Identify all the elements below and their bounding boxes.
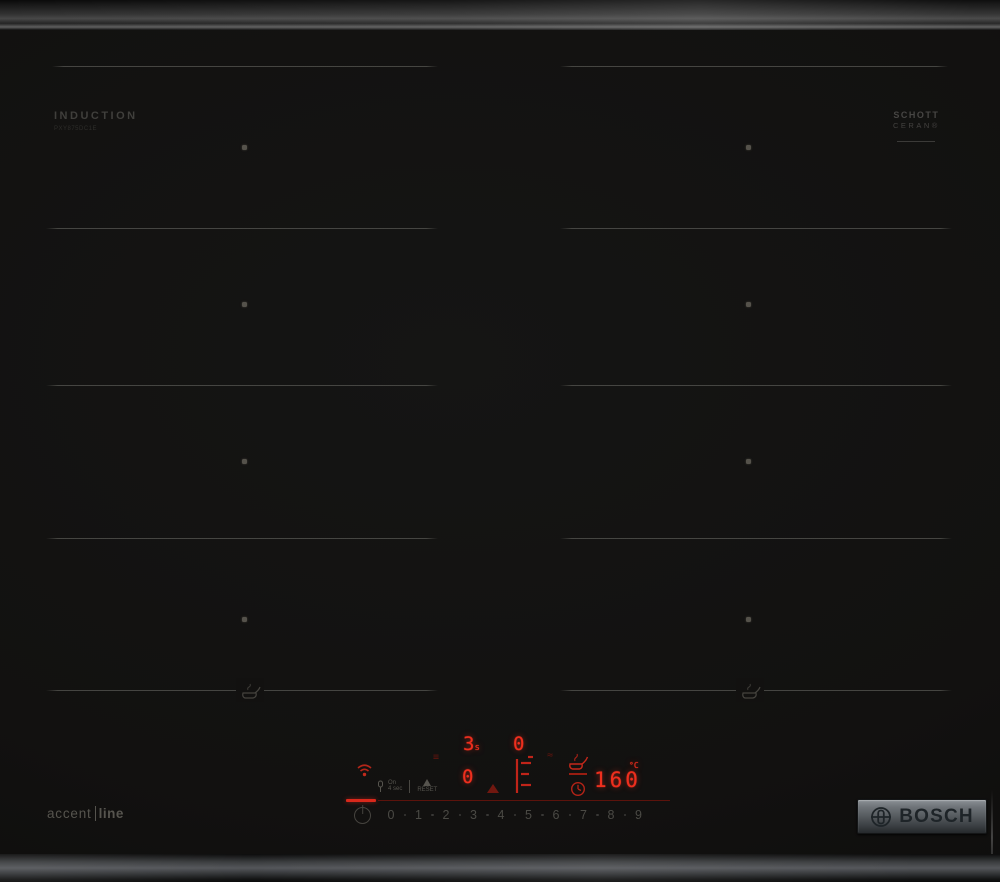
power-slider-active-bar[interactable] bbox=[346, 799, 376, 802]
bottom-bezel bbox=[0, 854, 1000, 882]
accentline-divider bbox=[95, 806, 96, 821]
zone-marker-dot bbox=[746, 145, 751, 150]
power-level-3[interactable]: 3 bbox=[467, 808, 481, 822]
top-bezel bbox=[0, 0, 1000, 30]
zone-display-top-right: 0 bbox=[513, 733, 524, 755]
lock-hint: On 4 sec bbox=[388, 780, 402, 793]
model-text: PXY875DC1E bbox=[54, 126, 138, 132]
pan-icon bbox=[736, 678, 764, 702]
power-level-8[interactable]: 8 bbox=[604, 808, 618, 822]
sensor-divider bbox=[569, 773, 587, 775]
zone-line bbox=[560, 228, 952, 229]
zone-line bbox=[46, 228, 438, 229]
reset-label: RESET bbox=[417, 787, 437, 794]
hint-divider bbox=[409, 780, 410, 793]
timer-clock-icon[interactable] bbox=[570, 781, 586, 802]
zone-line bbox=[560, 66, 948, 67]
pan-icon bbox=[236, 678, 264, 702]
zone-marker-dot bbox=[242, 459, 247, 464]
lock-hint-line2: 4 sec bbox=[388, 786, 402, 793]
dim-indicator: ≡ bbox=[433, 752, 439, 763]
scale-dot bbox=[596, 814, 599, 817]
power-level-2[interactable]: 2 bbox=[439, 808, 453, 822]
scale-dot bbox=[486, 814, 489, 817]
scale-dot bbox=[404, 814, 407, 817]
power-icon bbox=[362, 805, 364, 814]
scale-dot bbox=[514, 814, 517, 817]
scale-dot bbox=[569, 814, 572, 817]
schott-ceran-logo: SCHOTT CERAN® bbox=[893, 110, 940, 142]
schott-rule bbox=[897, 141, 935, 142]
zone-line bbox=[52, 66, 438, 67]
zone-line bbox=[46, 538, 438, 539]
scale-dot bbox=[624, 814, 627, 817]
temperature-display: 160 bbox=[594, 768, 641, 792]
alert-triangle-icon bbox=[487, 784, 499, 793]
power-button[interactable] bbox=[354, 807, 371, 824]
accentline-right: line bbox=[99, 806, 124, 821]
zone-display-top-left: 3s bbox=[463, 733, 480, 755]
power-level-scale[interactable]: 0 1 2 3 4 5 6 7 8 9 bbox=[384, 808, 646, 822]
zone-line bbox=[560, 538, 952, 539]
bosch-wordmark: BOSCH bbox=[899, 806, 974, 828]
schott-line1: SCHOTT bbox=[893, 110, 940, 120]
reset-hint: RESET bbox=[417, 779, 437, 794]
power-level-0[interactable]: 0 bbox=[384, 808, 398, 822]
zone-marker-dot bbox=[746, 617, 751, 622]
child-lock-reset-hints[interactable]: On 4 sec RESET bbox=[377, 779, 437, 794]
zone-line bbox=[46, 385, 438, 386]
zone-marker-dot bbox=[746, 302, 751, 307]
bosch-badge: BOSCH bbox=[857, 799, 987, 834]
induction-hob: INDUCTION PXY875DC1E SCHOTT CERAN® bbox=[0, 0, 1000, 882]
power-slider-track[interactable] bbox=[378, 800, 670, 801]
zone-marker-dot bbox=[746, 459, 751, 464]
zone-marker-dot bbox=[242, 617, 247, 622]
key-icon bbox=[377, 780, 384, 793]
zone-display-mid-left: 0 bbox=[462, 766, 473, 788]
scale-dot bbox=[541, 814, 544, 817]
pan-position-indicator-icon bbox=[514, 754, 536, 801]
temperature-unit: °C bbox=[629, 761, 639, 770]
reset-warning-icon bbox=[423, 779, 431, 786]
schott-line2: CERAN® bbox=[893, 121, 940, 130]
power-level-6[interactable]: 6 bbox=[549, 808, 563, 822]
power-level-1[interactable]: 1 bbox=[412, 808, 426, 822]
zone-line bbox=[560, 385, 952, 386]
power-level-9[interactable]: 9 bbox=[632, 808, 646, 822]
scale-dot bbox=[459, 814, 462, 817]
accentline-logo: accent line bbox=[47, 806, 124, 821]
scale-dot bbox=[431, 814, 434, 817]
zone-marker-dot bbox=[242, 145, 247, 150]
power-level-4[interactable]: 4 bbox=[494, 808, 508, 822]
power-level-7[interactable]: 7 bbox=[577, 808, 591, 822]
induction-label: INDUCTION bbox=[54, 110, 138, 122]
home-connect-wifi-icon[interactable] bbox=[356, 763, 373, 782]
power-level-5[interactable]: 5 bbox=[522, 808, 536, 822]
dim-indicator: ≈ bbox=[547, 750, 553, 761]
accentline-left: accent bbox=[47, 806, 92, 821]
zone-marker-dot bbox=[242, 302, 247, 307]
bosch-logo-icon bbox=[870, 806, 892, 828]
induction-branding: INDUCTION PXY875DC1E bbox=[54, 110, 138, 132]
glass-surface: INDUCTION PXY875DC1E SCHOTT CERAN® bbox=[0, 30, 1000, 854]
